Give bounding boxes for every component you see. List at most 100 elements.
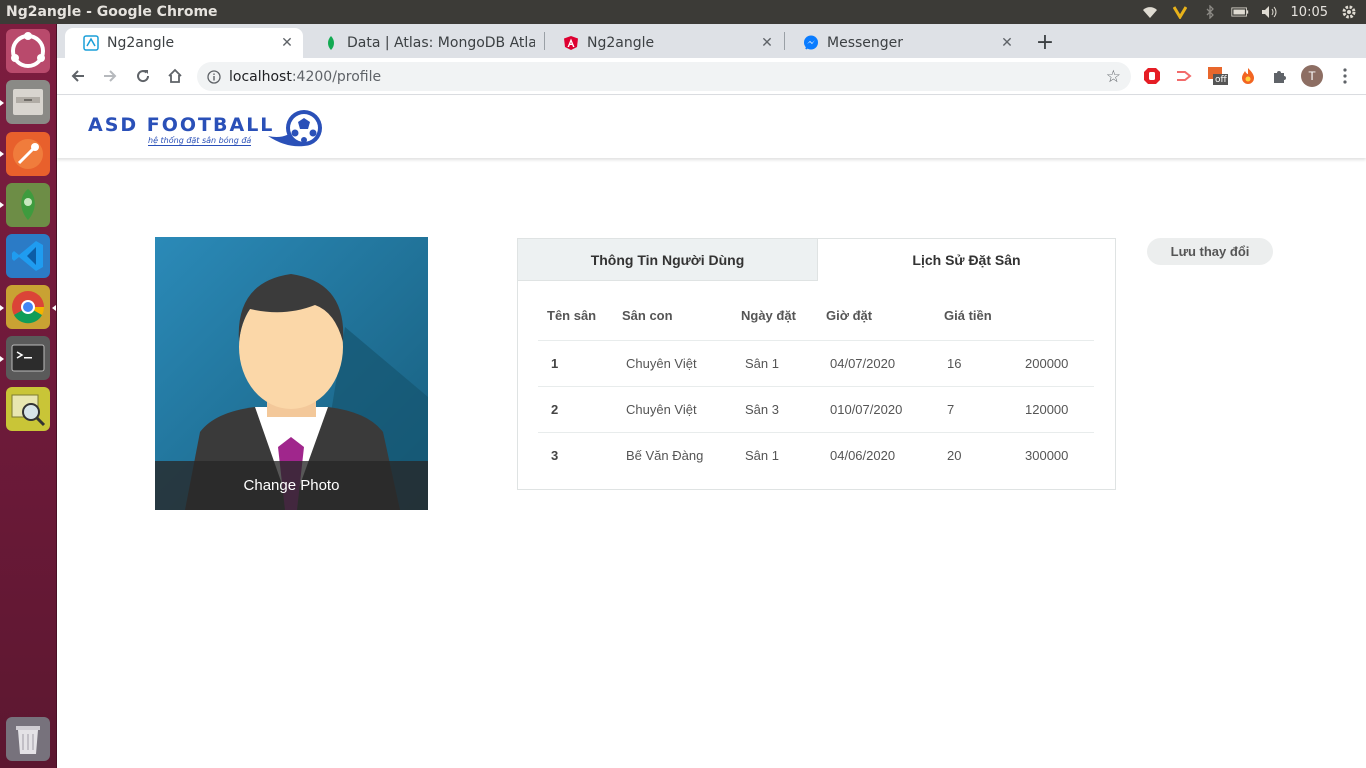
column-header-booking-date: Ngày đặt <box>741 308 796 323</box>
messenger-icon <box>803 35 819 51</box>
column-header-sub-field: Sân con <box>622 308 673 323</box>
url-path: :4200/profile <box>291 68 382 85</box>
cell-date: 010/07/2020 <box>830 402 903 417</box>
volume-icon[interactable] <box>1261 3 1279 21</box>
site-logo[interactable]: ASD FOOTBALL hệ thống đặt sân bóng đá <box>88 106 328 154</box>
cell-id: 2 <box>551 402 559 417</box>
tab-booking-history[interactable]: Lịch Sử Đặt Sân <box>818 239 1115 281</box>
close-icon[interactable]: ✕ <box>279 35 295 51</box>
profile-photo[interactable]: Change Photo <box>155 237 428 510</box>
profile-tabs-panel: Thông Tin Người Dùng Lịch Sử Đặt Sân Tên… <box>517 238 1116 490</box>
focused-indicator <box>52 305 56 311</box>
arrow-right-icon <box>104 70 117 82</box>
clock[interactable]: 10:05 <box>1291 5 1328 20</box>
cell-id: 3 <box>551 448 559 463</box>
arrow-left-icon <box>71 70 84 82</box>
brand-name: ASD FOOTBALL <box>88 114 275 136</box>
cell-field-name: Chuyên Việt <box>626 356 697 371</box>
back-button[interactable] <box>65 63 91 89</box>
robo3t-icon[interactable] <box>6 183 50 227</box>
cell-price: 120000 <box>1025 402 1069 417</box>
tab-label: Messenger <box>827 35 904 51</box>
os-top-panel: Ng2angle - Google Chrome 10:05 <box>0 0 1366 24</box>
running-indicator <box>0 100 4 106</box>
vscode-icon[interactable] <box>6 234 50 278</box>
cell-date: 04/06/2020 <box>830 448 896 463</box>
row-divider <box>538 386 1094 387</box>
app-indicator-icon[interactable] <box>1171 3 1189 21</box>
info-icon[interactable] <box>207 69 221 84</box>
forward-button[interactable] <box>97 63 123 89</box>
close-icon[interactable]: ✕ <box>759 35 775 51</box>
files-icon[interactable] <box>6 80 50 124</box>
extension-badge: off <box>1215 75 1227 85</box>
site-header: ASD FOOTBALL hệ thống đặt sân bóng đá <box>57 96 1366 158</box>
tab-ng2angle-active[interactable]: Ng2angle ✕ <box>65 28 303 58</box>
new-tab-button[interactable]: + <box>1033 30 1057 55</box>
tab-user-info[interactable]: Thông Tin Người Dùng <box>518 239 818 281</box>
cell-sub-field: Sân 1 <box>745 356 779 371</box>
cell-id: 1 <box>551 356 559 371</box>
puzzle-piece-icon[interactable] <box>1270 66 1290 86</box>
profile-avatar[interactable]: T <box>1301 65 1323 87</box>
angular-icon <box>563 35 579 51</box>
bluetooth-icon[interactable] <box>1201 3 1219 21</box>
column-header-price: Giá tiền <box>944 308 992 323</box>
tab-label: Data | Atlas: MongoDB Atlas <box>347 35 535 51</box>
postman-icon[interactable] <box>6 132 50 176</box>
home-icon <box>168 68 182 83</box>
cell-field-name: Bế Văn Đàng <box>626 448 704 463</box>
cell-date: 04/07/2020 <box>830 356 896 371</box>
system-tray: 10:05 <box>1141 3 1366 21</box>
mongodb-leaf-icon <box>323 35 339 51</box>
window-title: Ng2angle - Google Chrome <box>6 4 218 20</box>
gear-icon[interactable] <box>1340 3 1358 21</box>
change-photo-button[interactable]: Change Photo <box>155 461 428 510</box>
reload-icon <box>137 70 150 83</box>
tab-messenger[interactable]: Messenger ✕ <box>785 28 1023 58</box>
cell-hour: 20 <box>947 448 962 463</box>
cell-price: 300000 <box>1025 448 1069 463</box>
wifi-icon[interactable] <box>1141 3 1159 21</box>
ng2angle-favicon-icon <box>83 35 99 51</box>
adblock-extension-icon[interactable] <box>1142 66 1162 86</box>
chrome-icon[interactable] <box>6 285 50 329</box>
off-badge-extension-icon[interactable]: off <box>1206 66 1230 86</box>
cell-hour: 7 <box>947 402 955 417</box>
trash-icon[interactable] <box>6 717 50 761</box>
running-indicator <box>0 305 4 311</box>
running-indicator <box>0 356 4 362</box>
fire-extension-icon[interactable] <box>1238 66 1258 86</box>
tab-ng2angle[interactable]: Ng2angle ✕ <box>545 28 783 58</box>
browser-toolbar: localhost:4200/profile ☆ off T <box>57 58 1366 95</box>
close-icon[interactable]: ✕ <box>999 35 1015 51</box>
ubuntu-launcher <box>0 24 57 768</box>
save-changes-button[interactable]: Lưu thay đổi <box>1147 238 1273 265</box>
tab-mongodb-atlas[interactable]: Data | Atlas: MongoDB Atlas <box>305 28 543 58</box>
running-indicator <box>0 151 4 157</box>
cell-sub-field: Sân 1 <box>745 448 779 463</box>
image-viewer-icon[interactable] <box>6 387 50 431</box>
reload-button[interactable] <box>130 63 156 89</box>
home-button[interactable] <box>162 63 188 89</box>
address-bar[interactable]: localhost:4200/profile ☆ <box>197 62 1131 91</box>
soccer-ball-icon <box>266 106 326 156</box>
row-divider <box>538 340 1094 341</box>
bookmark-star-icon[interactable]: ☆ <box>1106 67 1121 87</box>
column-header-field-name: Tên sân <box>547 308 597 323</box>
cell-sub-field: Sân 3 <box>745 402 779 417</box>
kebab-menu-icon[interactable] <box>1335 66 1355 86</box>
terminal-icon[interactable] <box>6 336 50 380</box>
running-indicator <box>0 202 4 208</box>
column-header-booking-time: Giờ đặt <box>826 308 873 323</box>
battery-icon[interactable] <box>1230 3 1249 21</box>
tab-label: Ng2angle <box>587 35 655 51</box>
url-host: localhost <box>229 68 292 85</box>
cast-extension-icon[interactable] <box>1174 66 1194 86</box>
cell-field-name: Chuyên Việt <box>626 402 697 417</box>
brand-tagline: hệ thống đặt sân bóng đá <box>148 136 252 146</box>
tab-label: Ng2angle <box>107 35 175 51</box>
row-divider <box>538 432 1094 433</box>
ubuntu-dash-icon[interactable] <box>6 29 50 73</box>
cell-hour: 16 <box>947 356 962 371</box>
